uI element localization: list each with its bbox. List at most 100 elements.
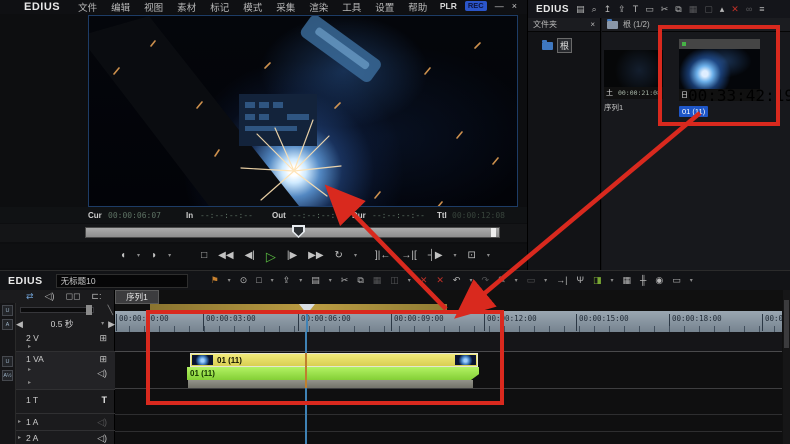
- panel-icon[interactable]: ⊏:: [91, 292, 101, 301]
- dropdown-caret-icon[interactable]: ▾: [454, 253, 457, 259]
- eject-icon[interactable]: ▴: [720, 5, 725, 14]
- loop-button[interactable]: ↻: [335, 251, 343, 261]
- timeline-vertical-scrollbar[interactable]: [783, 290, 790, 444]
- dropdown-caret-icon[interactable]: ▾: [690, 278, 693, 284]
- menu-tools[interactable]: 工具: [342, 0, 361, 14]
- expander-icon[interactable]: ▸: [18, 434, 21, 441]
- track-toggle[interactable]: A½: [2, 370, 13, 381]
- sync-icon[interactable]: ∞: [746, 5, 752, 14]
- grid-icon[interactable]: ▦: [623, 276, 632, 285]
- film-icon[interactable]: ⊞: [99, 333, 107, 344]
- record-icon[interactable]: ⊙: [240, 276, 248, 285]
- fade-icon[interactable]: ╲: [108, 306, 113, 315]
- track-header-1a[interactable]: ▸ 1 A ◁): [16, 414, 115, 431]
- mark-out-button[interactable]: ◗: [151, 251, 157, 261]
- undo-icon[interactable]: ↶: [453, 276, 461, 285]
- match-out-button[interactable]: →|[: [401, 251, 416, 261]
- render-icon[interactable]: ◉: [655, 276, 663, 285]
- import-icon[interactable]: ↥: [604, 5, 612, 14]
- dropdown-caret-icon[interactable]: ▾: [137, 253, 140, 259]
- track-header-2v[interactable]: 2 V ⊞ ▸: [16, 331, 115, 352]
- dropdown-caret-icon[interactable]: ▾: [408, 278, 411, 284]
- zoom-caret-icon[interactable]: ▾: [101, 321, 104, 327]
- track-header-1t[interactable]: 1 T T: [16, 390, 115, 414]
- zoom-level-value[interactable]: 0.5 秒: [27, 318, 97, 330]
- dropdown-caret-icon[interactable]: ▾: [168, 253, 171, 259]
- clip-name-selected[interactable]: 01 (11): [679, 106, 708, 117]
- next-edit-button[interactable]: ┤▶: [428, 251, 443, 261]
- timeline-ruler[interactable]: 00:00:00:00 00:00:03:00 00:00:06:00 00:0…: [115, 311, 782, 332]
- title-track-icon[interactable]: T: [102, 395, 108, 405]
- step-forward-button[interactable]: |▶: [287, 251, 297, 261]
- menu-edit[interactable]: 编辑: [111, 0, 130, 14]
- playhead-line[interactable]: [305, 332, 307, 444]
- clip-audio-bar[interactable]: [188, 380, 473, 388]
- speaker-icon[interactable]: ◁): [97, 433, 107, 444]
- playhead-line-ruler[interactable]: [306, 311, 308, 332]
- track-header-1va[interactable]: 1 VA ⊞ ▸ ◁) ▸: [16, 352, 115, 390]
- menu-marker[interactable]: 标记: [210, 0, 229, 14]
- stop-button[interactable]: □: [201, 251, 207, 261]
- dropdown-caret-icon[interactable]: ▾: [354, 253, 357, 259]
- timeline-clip-video[interactable]: 01 (11): [190, 353, 478, 367]
- export-icon[interactable]: ⇪: [283, 276, 291, 285]
- project-title[interactable]: 无标题10: [56, 274, 188, 288]
- export-button[interactable]: ⊡: [468, 251, 476, 261]
- copy-icon[interactable]: ⧉: [357, 276, 363, 285]
- title-icon[interactable]: T: [633, 5, 639, 14]
- minimize-button[interactable]: —: [495, 1, 504, 11]
- delete-icon[interactable]: ✕: [731, 5, 739, 14]
- cut-icon[interactable]: ✂: [341, 276, 349, 285]
- menu-settings[interactable]: 设置: [375, 0, 394, 14]
- redo-icon[interactable]: ↷: [481, 276, 489, 285]
- video-viewport[interactable]: [88, 15, 518, 207]
- speaker-icon[interactable]: ◁): [97, 368, 107, 379]
- fast-forward-button[interactable]: ▶▶: [308, 251, 323, 261]
- plr-mode-label[interactable]: PLR: [440, 1, 457, 11]
- close-button[interactable]: ×: [512, 1, 517, 11]
- match-in-button[interactable]: ]|←: [375, 251, 390, 261]
- dropdown-caret-icon[interactable]: ▾: [299, 278, 302, 284]
- menu-icon[interactable]: ≡: [759, 5, 764, 14]
- paste-icon[interactable]: ▦: [373, 276, 382, 285]
- film-icon[interactable]: ⊞: [99, 354, 107, 365]
- bin-item-clip[interactable]: 日 00:33:42:19 01 (11): [679, 39, 760, 119]
- audio-mixer-icon[interactable]: ╫: [640, 276, 646, 285]
- folder-icon[interactable]: ▤: [576, 5, 585, 14]
- copy-icon[interactable]: ⧉: [675, 5, 681, 14]
- dropdown-caret-icon[interactable]: ▾: [515, 278, 518, 284]
- sync-mode-icon[interactable]: ⇄: [26, 292, 34, 301]
- step-back-button[interactable]: ◀|: [245, 251, 255, 261]
- track-toggle[interactable]: U: [2, 305, 13, 316]
- dropdown-caret-icon[interactable]: ▾: [487, 253, 490, 259]
- menu-mode[interactable]: 模式: [243, 0, 262, 14]
- zoom-in-arrow[interactable]: ▶: [108, 320, 115, 329]
- rec-mode-badge[interactable]: REC: [465, 1, 487, 11]
- export-project-icon[interactable]: ◨: [593, 276, 602, 285]
- bwd-mode-icon[interactable]: ▭: [527, 276, 536, 285]
- sequence-name[interactable]: 序列1: [604, 102, 663, 113]
- expander-icon[interactable]: ▸: [18, 418, 21, 425]
- track-header-2a[interactable]: ▸ 2 A ◁): [16, 431, 115, 444]
- cut-icon[interactable]: ✂: [661, 5, 669, 14]
- menu-capture[interactable]: 采集: [276, 0, 295, 14]
- timeline-tracks-area[interactable]: 01 (11) 01 (11): [115, 332, 782, 444]
- volume-slider-handle[interactable]: [86, 305, 92, 315]
- expander-icon[interactable]: ▸: [28, 343, 31, 350]
- menu-view[interactable]: 视图: [144, 0, 163, 14]
- track-toggle[interactable]: U: [2, 356, 13, 367]
- speaker-icon[interactable]: ◁): [97, 417, 107, 428]
- track-toggle[interactable]: A: [2, 319, 13, 330]
- sequence-tab[interactable]: 序列1: [115, 290, 159, 304]
- capture-icon[interactable]: ▭: [645, 5, 654, 14]
- new-sequence-icon[interactable]: □: [256, 276, 261, 285]
- flag-icon[interactable]: ⚑: [211, 276, 219, 285]
- folder-tree-root[interactable]: 根: [542, 38, 600, 53]
- voiceover-mic-icon[interactable]: Ψ: [576, 276, 584, 285]
- menu-clip[interactable]: 素材: [177, 0, 196, 14]
- dropdown-caret-icon[interactable]: ▾: [329, 278, 332, 284]
- expander-icon[interactable]: ▸: [28, 366, 31, 373]
- menu-help[interactable]: 帮助: [408, 0, 427, 14]
- save-icon[interactable]: ▤: [311, 276, 320, 285]
- dual-mode-icon[interactable]: ◻◻: [65, 292, 80, 301]
